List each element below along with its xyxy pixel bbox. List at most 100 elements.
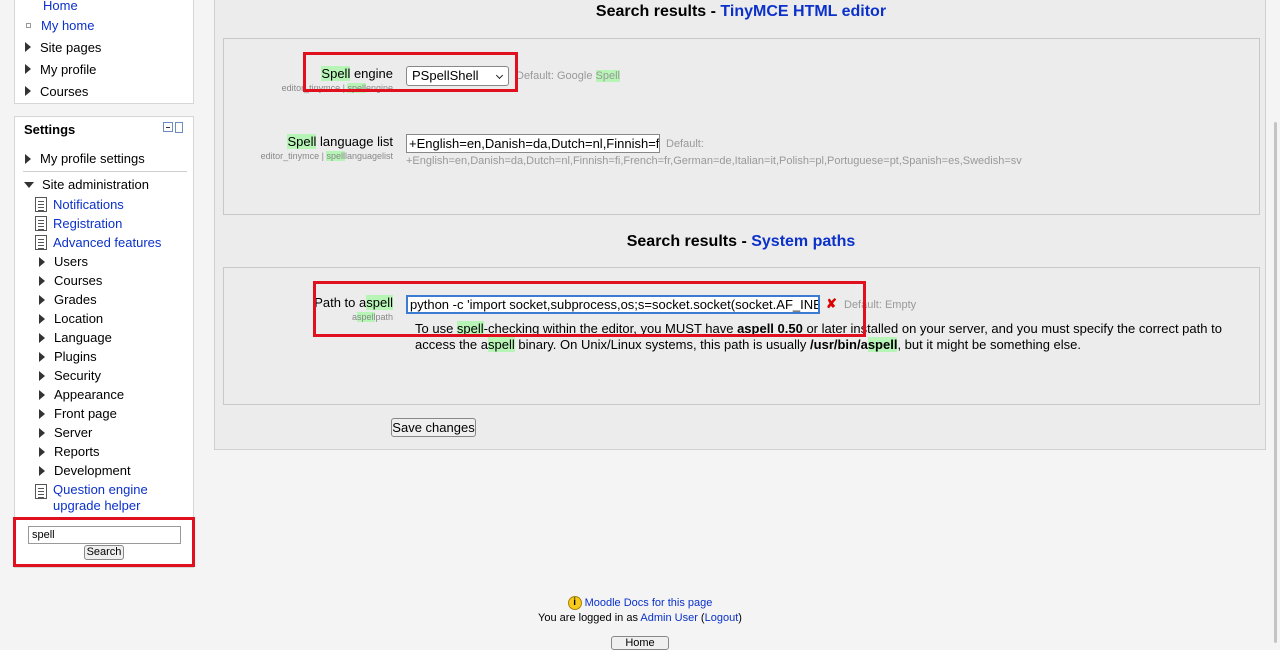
admin-link-registration[interactable]: Registration [35,216,122,231]
category-label[interactable]: Appearance [54,387,124,402]
category-label[interactable]: Language [54,330,112,345]
section-heading-tinymce: Search results - TinyMCE HTML editor [215,3,1267,21]
nav-item-courses[interactable]: Courses [23,80,101,102]
user-link[interactable]: Admin User [640,612,697,624]
category-label[interactable]: Front page [54,406,117,421]
highlight: Spell [287,134,317,149]
expand-arrow-icon [39,294,45,305]
spell-engine-setting-name: editor_tinymce | spellengine [224,83,393,93]
logout-link[interactable]: Logout [705,612,739,624]
save-changes-button[interactable]: Save changes [391,418,476,437]
system-paths-panel: Path to aspell aspellpath python -c 'imp… [223,267,1260,405]
aspell-path-setting-name: aspellpath [224,312,393,322]
admin-category-language[interactable]: Language [37,330,112,345]
sublabel-text: path [375,312,393,322]
scrollbar-thumb[interactable] [1274,122,1277,643]
my-profile-settings-label[interactable]: My profile settings [40,151,145,166]
category-label[interactable]: Users [54,254,88,269]
dock-block-icon[interactable] [175,122,183,133]
category-label[interactable]: Security [54,368,101,383]
page-icon [35,216,47,231]
admin-category-location[interactable]: Location [37,311,103,326]
admin-search-button[interactable]: Search [84,545,124,560]
advanced-features-link[interactable]: Advanced features [53,235,161,250]
category-label[interactable]: Development [54,463,131,478]
tinymce-link[interactable]: TinyMCE HTML editor [720,3,886,20]
page-scrollbar[interactable] [1266,0,1280,643]
spell-language-default-label: Default: [666,138,704,150]
login-text: You are logged in as [538,612,641,624]
admin-search-input[interactable] [28,526,181,544]
my-home-link[interactable]: My home [41,18,94,33]
category-label[interactable]: Plugins [54,349,97,364]
desc-text: binary. On Unix/Linux systems, this path… [514,337,811,352]
highlight: spell [356,312,376,322]
admin-category-courses[interactable]: Courses [37,273,102,288]
aspell-path-input[interactable]: python -c 'import socket,subprocess,os;s… [406,295,820,314]
admin-link-advanced-features[interactable]: Advanced features [35,235,161,250]
expand-arrow-icon [39,275,45,286]
admin-category-security[interactable]: Security [37,368,101,383]
spell-language-list-label: Spell language list [224,134,393,149]
highlight: spell [347,83,366,93]
label-text: engine [350,66,393,81]
desc-text: , but it might be something else. [897,337,1081,352]
admin-link-question-engine[interactable]: Question engine upgrade helper [35,482,163,514]
collapse-block-icon[interactable] [163,122,173,132]
aspell-path-description: To use spell-checking within the editor,… [415,321,1245,353]
question-engine-link[interactable]: Question engine upgrade helper [53,482,163,514]
my-profile-label[interactable]: My profile [40,62,96,77]
select-value: PSpellShell [412,68,479,83]
label-text: Path to a [314,295,367,310]
page-icon [35,197,47,212]
help-icon: i [567,596,582,610]
bullet-icon [26,22,31,28]
desc-text: or later installed on your server, and y… [802,321,1222,336]
expand-arrow-icon [39,465,45,476]
category-label[interactable]: Location [54,311,103,326]
nav-item-home[interactable]: Home [23,0,101,14]
category-label[interactable]: Server [54,425,92,440]
navigation-block: Home My home Site pages My profile Cours… [14,0,194,104]
site-administration-label[interactable]: Site administration [42,177,149,192]
admin-link-notifications[interactable]: Notifications [35,197,124,212]
site-pages-label[interactable]: Site pages [40,40,101,55]
admin-category-front-page[interactable]: Front page [37,406,117,421]
desc-text: access the a [415,337,488,352]
spell-engine-select[interactable]: PSpellShell [406,66,509,86]
admin-category-grades[interactable]: Grades [37,292,97,307]
admin-category-reports[interactable]: Reports [37,444,100,459]
nav-item-my-profile[interactable]: My profile [23,58,101,80]
my-profile-settings-item[interactable]: My profile settings [23,151,145,166]
nav-item-my-home[interactable]: My home [23,14,101,36]
courses-label[interactable]: Courses [40,84,88,99]
moodle-docs-link[interactable]: Moodle Docs for this page [585,597,713,609]
system-paths-link[interactable]: System paths [751,233,855,250]
error-cross-icon: ✘ [826,296,837,311]
highlight: spell [488,337,515,352]
admin-category-appearance[interactable]: Appearance [37,387,124,402]
highlight: spell [456,321,484,336]
site-administration-item[interactable]: Site administration [23,177,149,192]
desc-bold: /usr/bin/a [810,337,868,352]
category-label[interactable]: Reports [54,444,100,459]
category-label[interactable]: Grades [54,292,97,307]
admin-category-development[interactable]: Development [37,463,131,478]
highlight: spell [366,295,393,310]
sublabel-text: editor_tinymce | [260,151,327,161]
heading-prefix: Search results - [595,3,721,20]
expand-arrow-icon [25,64,31,74]
home-button[interactable]: Home [611,636,669,650]
page-icon [35,235,47,250]
admin-category-users[interactable]: Users [37,254,88,269]
registration-link[interactable]: Registration [53,216,122,231]
sublabel-text: engine [365,83,393,93]
notifications-link[interactable]: Notifications [53,197,124,212]
home-link[interactable]: Home [43,0,78,13]
category-label[interactable]: Courses [54,273,102,288]
nav-item-site-pages[interactable]: Site pages [23,36,101,58]
admin-category-plugins[interactable]: Plugins [37,349,97,364]
admin-category-server[interactable]: Server [37,425,92,440]
expand-arrow-icon [39,408,45,419]
spell-language-list-input[interactable]: +English=en,Danish=da,Dutch=nl,Finnish=f… [406,134,660,153]
